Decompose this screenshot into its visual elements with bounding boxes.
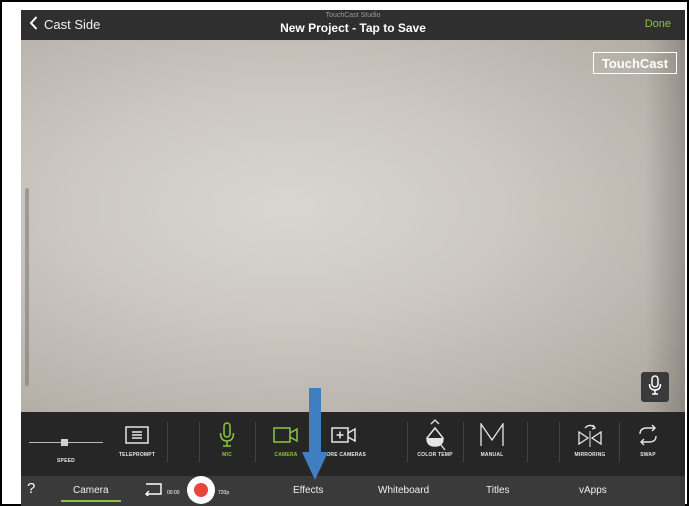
slider-knob[interactable]: [61, 439, 68, 446]
manual-button[interactable]: MANUAL: [469, 418, 515, 474]
resolution-label: 720p: [218, 490, 230, 496]
preview-shadow: [645, 40, 685, 412]
manual-mode-icon: [469, 418, 515, 452]
mirroring-button[interactable]: MIRRORING: [565, 418, 615, 474]
bottom-tab-bar: ? Camera 00:00 720p Effects Whiteboard T…: [21, 476, 685, 506]
record-timer: 00:00: [167, 490, 180, 496]
speed-control[interactable]: SPEED: [21, 418, 111, 474]
color-temp-label: COLOR TEMP: [417, 452, 453, 458]
tab-vapps[interactable]: vApps: [579, 485, 607, 496]
tab-whiteboard[interactable]: Whiteboard: [378, 485, 429, 496]
project-title[interactable]: New Project - Tap to Save: [21, 20, 685, 36]
color-temp-button[interactable]: COLOR TEMP: [411, 418, 459, 474]
app-subtitle: TouchCast Studio: [325, 12, 381, 19]
teleprompt-icon: [109, 418, 165, 452]
divider: [559, 422, 560, 462]
divider: [255, 422, 256, 462]
record-icon: [194, 483, 208, 497]
divider: [199, 422, 200, 462]
divider: [463, 422, 464, 462]
touchcast-watermark: TouchCast: [593, 52, 677, 74]
swap-label: SWAP: [640, 452, 656, 458]
undo-button[interactable]: [143, 482, 163, 501]
speed-slider[interactable]: [29, 438, 103, 448]
app-screen: Cast Side TouchCast Studio New Project -…: [21, 10, 685, 506]
divider: [619, 422, 620, 462]
teleprompt-button[interactable]: TELEPROMPT: [109, 418, 165, 474]
scroll-indicator[interactable]: [25, 188, 29, 386]
mic-button[interactable]: MIC: [201, 418, 253, 474]
teleprompt-label: TELEPROMPT: [118, 452, 156, 458]
camera-preview[interactable]: TouchCast: [21, 40, 685, 412]
undo-icon: [143, 483, 163, 500]
divider: [527, 422, 528, 462]
tab-effects[interactable]: Effects: [293, 485, 323, 496]
tab-camera[interactable]: Camera: [73, 485, 109, 496]
done-button[interactable]: Done: [645, 18, 671, 30]
top-bar: Cast Side TouchCast Studio New Project -…: [21, 10, 685, 40]
microphone-icon: [201, 418, 253, 452]
swap-icon: [625, 418, 671, 452]
microphone-icon: [648, 374, 662, 400]
title-area[interactable]: TouchCast Studio New Project - Tap to Sa…: [21, 10, 685, 36]
mirroring-label: MIRRORING: [574, 452, 606, 458]
divider: [167, 422, 168, 462]
tab-titles[interactable]: Titles: [486, 485, 510, 496]
down-arrow-annotation: [302, 388, 328, 480]
divider: [407, 422, 408, 462]
mirror-icon: [565, 418, 615, 452]
manual-label: MANUAL: [480, 452, 504, 458]
speed-label: SPEED: [57, 458, 75, 464]
record-button[interactable]: [187, 476, 215, 504]
tools-toolbar: SPEED TELEPROMPT MIC CAMERA MORE CAMERAS…: [21, 412, 685, 476]
help-button[interactable]: ?: [27, 480, 35, 497]
color-temp-icon: [411, 418, 459, 452]
swap-button[interactable]: SWAP: [625, 418, 671, 474]
active-tab-indicator: [61, 500, 121, 502]
mic-label: MIC: [222, 452, 232, 458]
mic-toggle-button[interactable]: [641, 372, 669, 402]
